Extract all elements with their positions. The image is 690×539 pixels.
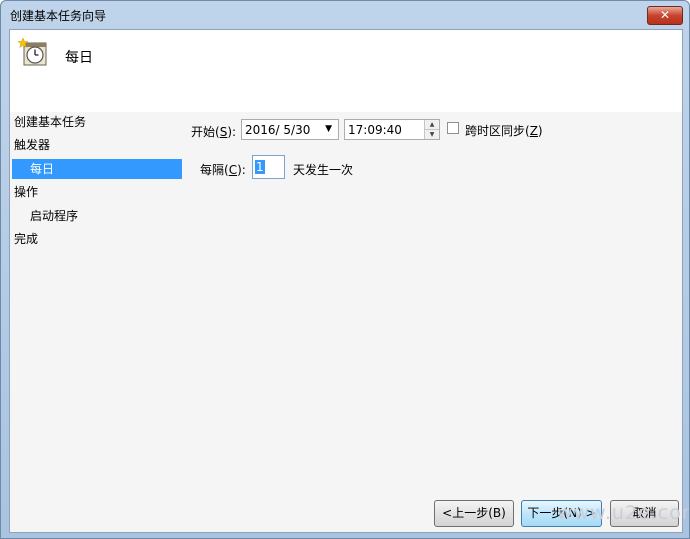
spin-down-icon[interactable]: ▼ <box>425 130 439 139</box>
title-bar: 创建基本任务向导 ✕ <box>1 1 689 29</box>
spin-up-icon[interactable]: ▲ <box>425 120 439 130</box>
sync-timezone-checkbox[interactable] <box>447 122 459 134</box>
wizard-header: 每日 <box>10 30 682 112</box>
step-finish: 完成 <box>14 232 39 246</box>
dropdown-arrow-icon[interactable]: ▼ <box>325 124 332 134</box>
close-button[interactable]: ✕ <box>647 6 683 25</box>
watermark-text: www.u2e.com <box>557 502 690 524</box>
wizard-content: 每日 创建基本任务 触发器 每日 操作 启动程序 完成 开始(S): 2016/… <box>9 29 683 533</box>
interval-unit-label: 天发生一次 <box>293 163 354 177</box>
sync-timezone-label[interactable]: 跨时区同步(Z) <box>465 122 543 139</box>
wizard-steps-nav: 创建基本任务 触发器 每日 操作 启动程序 完成 <box>10 112 186 532</box>
step-start-program: 启动程序 <box>30 209 79 223</box>
step-action: 操作 <box>14 185 39 199</box>
interval-days-input[interactable]: 1 <box>252 155 285 179</box>
step-create-basic-task: 创建基本任务 <box>14 115 87 129</box>
wizard-window: 创建基本任务向导 ✕ 每日 创建基本任务 触发器 每日 操作 启动程序 完成 开… <box>0 0 690 539</box>
start-time-picker[interactable]: 17:09:40 ▲ ▼ <box>344 119 440 140</box>
page-title: 每日 <box>65 50 93 66</box>
start-date-picker[interactable]: 2016/ 5/30 ▼ <box>241 119 339 140</box>
window-title: 创建基本任务向导 <box>10 9 107 23</box>
back-button[interactable]: <上一步(B) <box>434 500 514 527</box>
interval-label: 每隔(C): <box>200 163 246 177</box>
step-daily: 每日 <box>12 159 182 179</box>
start-date-value: 2016/ 5/30 <box>245 123 311 137</box>
start-label: 开始(S): <box>191 125 237 139</box>
start-time-value: 17:09:40 <box>348 123 402 137</box>
time-spinner[interactable]: ▲ ▼ <box>424 120 439 139</box>
clock-calendar-icon <box>18 38 47 66</box>
step-trigger: 触发器 <box>14 138 51 152</box>
interval-value: 1 <box>255 160 265 174</box>
